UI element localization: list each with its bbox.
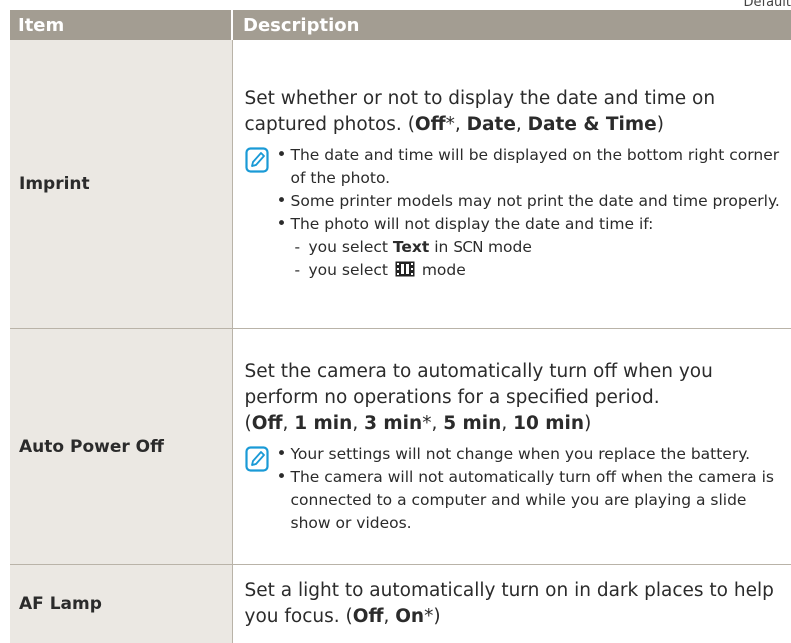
table-row-auto-power-off: Auto Power Off Set the camera to automat… bbox=[10, 329, 791, 565]
table-header-row: Item Description bbox=[10, 10, 791, 40]
sub-note-list: you select Text in SCN mode you select m… bbox=[291, 236, 782, 282]
note-item: The date and time will be displayed on t… bbox=[277, 144, 782, 190]
item-name: Auto Power Off bbox=[10, 329, 232, 565]
note-block: Your settings will not change when you r… bbox=[245, 443, 782, 535]
description-text: Set whether or not to display the date a… bbox=[245, 86, 782, 138]
film-mode-icon bbox=[395, 261, 415, 277]
item-name: AF Lamp bbox=[10, 565, 232, 643]
scn-mode-label: SCN bbox=[453, 238, 483, 256]
note-item: The photo will not display the date and … bbox=[277, 213, 782, 282]
note-item: Your settings will not change when you r… bbox=[277, 443, 782, 466]
default-label: Default bbox=[744, 0, 791, 10]
item-description: Set a light to automatically turn on in … bbox=[232, 565, 791, 643]
table-row-imprint: Imprint Set whether or not to display th… bbox=[10, 40, 791, 329]
description-text: Set a light to automatically turn on in … bbox=[245, 578, 782, 630]
settings-table: Item Description Imprint Set whether or … bbox=[10, 10, 791, 643]
note-block: The date and time will be displayed on t… bbox=[245, 144, 782, 282]
note-item: The camera will not automatically turn o… bbox=[277, 466, 782, 535]
note-pencil-icon bbox=[245, 147, 269, 173]
item-description: Set whether or not to display the date a… bbox=[232, 40, 791, 329]
note-item: Some printer models may not print the da… bbox=[277, 190, 782, 213]
sub-note-item: you select Text in SCN mode bbox=[295, 236, 782, 259]
sub-note-item: you select mode bbox=[295, 259, 782, 282]
header-description: Description bbox=[232, 10, 791, 40]
note-list: Your settings will not change when you r… bbox=[277, 443, 782, 535]
header-item: Item bbox=[10, 10, 232, 40]
description-text: Set the camera to automatically turn off… bbox=[245, 359, 782, 437]
table-row-af-lamp: AF Lamp Set a light to automatically tur… bbox=[10, 565, 791, 643]
note-list: The date and time will be displayed on t… bbox=[277, 144, 782, 282]
note-pencil-icon bbox=[245, 446, 269, 472]
item-description: Set the camera to automatically turn off… bbox=[232, 329, 791, 565]
item-name: Imprint bbox=[10, 40, 232, 329]
